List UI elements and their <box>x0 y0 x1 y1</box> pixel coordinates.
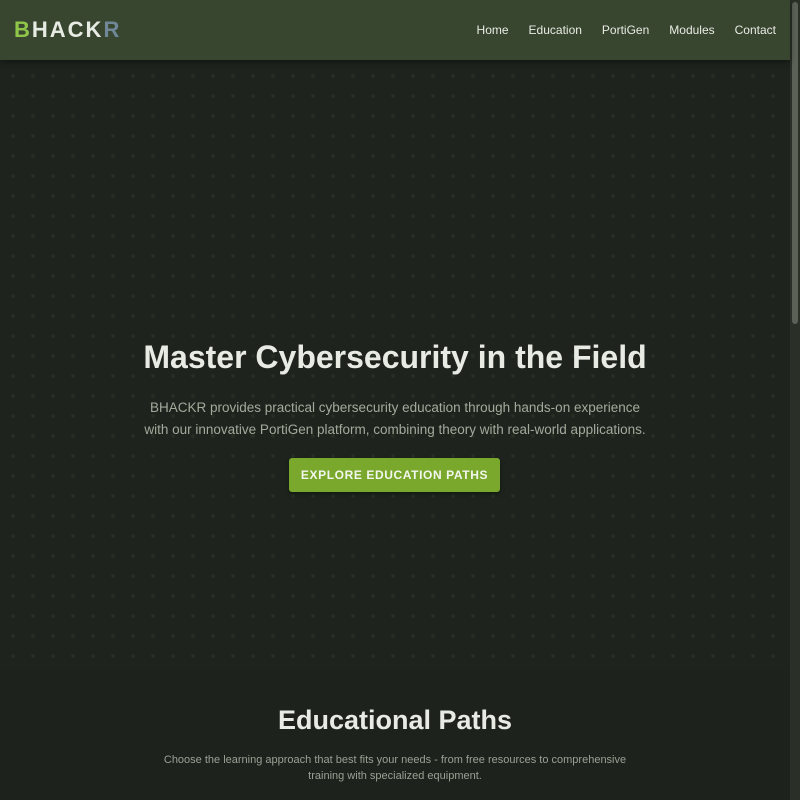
educational-paths-section: Educational Paths Choose the learning ap… <box>0 670 790 800</box>
nav-link-portigen[interactable]: PortiGen <box>602 22 649 38</box>
logo-letter-first: B <box>14 17 32 42</box>
nav-link-modules[interactable]: Modules <box>669 22 714 38</box>
section-title: Educational Paths <box>277 705 513 735</box>
explore-education-paths-button[interactable]: EXPLORE EDUCATION PATHS <box>289 458 500 492</box>
site-logo[interactable]: BHACKR <box>14 17 121 43</box>
nav-link-education[interactable]: Education <box>529 22 582 38</box>
hero-section: Master Cybersecurity in the Field BHACKR… <box>0 60 790 670</box>
section-subtitle: Choose the learning approach that best f… <box>163 754 627 782</box>
main-nav: Home Education PortiGen Modules Contact <box>477 22 776 38</box>
site-header: BHACKR Home Education PortiGen Modules C… <box>0 0 790 60</box>
nav-link-contact[interactable]: Contact <box>735 22 776 38</box>
logo-letters-middle: HACK <box>31 17 104 42</box>
nav-link-home[interactable]: Home <box>477 22 509 38</box>
page-scrollbar[interactable] <box>790 0 800 800</box>
hero-subtitle: BHACKR provides practical cybersecurity … <box>144 400 646 437</box>
hero-title: Master Cybersecurity in the Field <box>143 339 647 375</box>
logo-letter-last: R <box>103 17 122 42</box>
scrollbar-thumb[interactable] <box>792 2 798 324</box>
page: BHACKR Home Education PortiGen Modules C… <box>0 0 800 800</box>
